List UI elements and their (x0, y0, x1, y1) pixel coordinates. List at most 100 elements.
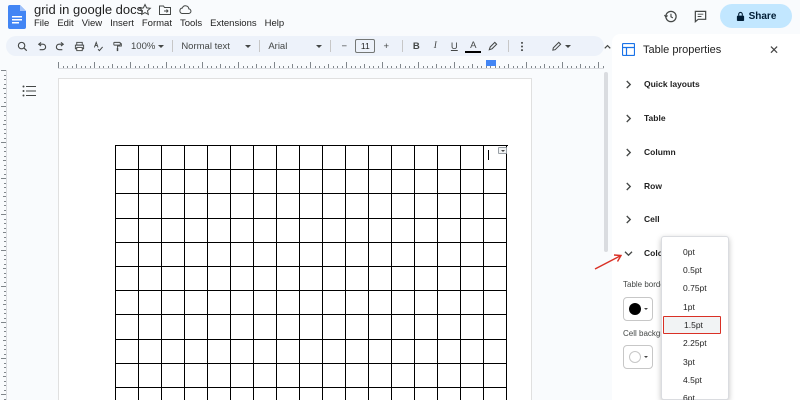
table-cell[interactable] (277, 194, 300, 219)
table-cell[interactable] (116, 315, 139, 340)
menu-view[interactable]: View (82, 18, 107, 29)
table-cell[interactable] (415, 267, 438, 292)
table-cell[interactable] (415, 291, 438, 316)
table-cell[interactable] (277, 218, 300, 243)
decrease-font-size-button[interactable]: − (336, 38, 352, 54)
table-cell[interactable] (438, 291, 461, 316)
table-cell[interactable] (231, 315, 254, 340)
table-cell[interactable] (461, 242, 484, 267)
text-color-button[interactable]: A (465, 40, 482, 53)
share-button[interactable]: Share (720, 4, 792, 28)
table-cell[interactable] (392, 194, 415, 219)
table-cell[interactable] (231, 388, 254, 400)
table-cell[interactable] (162, 170, 185, 195)
table-cell[interactable] (323, 315, 346, 340)
cloud-saved-icon[interactable] (178, 3, 192, 17)
table-cell[interactable] (346, 170, 369, 195)
table-cell[interactable] (208, 242, 231, 267)
table-cell[interactable] (254, 339, 277, 364)
table-cell[interactable] (231, 291, 254, 316)
italic-button[interactable]: I (427, 38, 443, 54)
table-cell[interactable] (461, 315, 484, 340)
table-cell[interactable] (208, 267, 231, 292)
horizontal-ruler[interactable] (58, 60, 604, 69)
dropdown-option-selected[interactable]: 1.5pt (663, 316, 721, 334)
table-cell[interactable] (392, 388, 415, 400)
table-cell[interactable] (415, 315, 438, 340)
table-cell[interactable] (116, 388, 139, 400)
table-cell[interactable] (438, 363, 461, 388)
table-cell[interactable] (254, 242, 277, 267)
dropdown-option[interactable]: 0.5pt (662, 261, 728, 279)
grid-table[interactable] (115, 145, 508, 400)
table-cell[interactable] (484, 267, 507, 292)
table-cell[interactable] (323, 363, 346, 388)
table-cell[interactable] (484, 194, 507, 219)
table-cell[interactable] (346, 218, 369, 243)
table-cell[interactable] (231, 146, 254, 171)
bold-button[interactable]: B (408, 38, 424, 54)
table-cell[interactable] (346, 242, 369, 267)
table-cell[interactable] (346, 363, 369, 388)
table-cell[interactable] (116, 242, 139, 267)
dropdown-option[interactable]: 0pt (662, 243, 728, 261)
table-cell[interactable] (346, 291, 369, 316)
zoom-select[interactable]: 100% (128, 38, 167, 54)
dropdown-option[interactable]: 3pt (662, 353, 728, 371)
menu-format[interactable]: Format (142, 18, 177, 29)
table-cell[interactable] (300, 194, 323, 219)
table-cell[interactable] (369, 170, 392, 195)
table-cell[interactable] (438, 267, 461, 292)
table-cell[interactable] (139, 339, 162, 364)
table-cell[interactable] (461, 267, 484, 292)
increase-font-size-button[interactable]: + (378, 38, 394, 54)
table-cell[interactable] (415, 339, 438, 364)
spellcheck-icon[interactable] (90, 38, 106, 54)
table-cell[interactable] (323, 388, 346, 400)
table-cell[interactable] (139, 242, 162, 267)
table-cell[interactable] (185, 315, 208, 340)
section-row[interactable]: Row (622, 178, 662, 194)
table-cell[interactable] (369, 363, 392, 388)
table-cell[interactable] (461, 388, 484, 400)
table-cell[interactable] (116, 339, 139, 364)
table-cell[interactable] (415, 146, 438, 171)
search-menus-icon[interactable] (14, 38, 30, 54)
menu-tools[interactable]: Tools (180, 18, 207, 29)
table-cell[interactable] (369, 291, 392, 316)
table-cell[interactable] (139, 267, 162, 292)
table-cell[interactable] (300, 242, 323, 267)
table-cell[interactable] (185, 267, 208, 292)
cell-background-button[interactable] (623, 345, 653, 369)
table-cell[interactable] (484, 339, 507, 364)
dropdown-option[interactable]: 2.25pt (662, 334, 728, 352)
menu-insert[interactable]: Insert (110, 18, 139, 29)
paragraph-style-select[interactable]: Normal text (178, 38, 254, 54)
section-table[interactable]: Table (622, 110, 666, 126)
table-cell[interactable] (231, 339, 254, 364)
dropdown-option[interactable]: 0.75pt (662, 279, 728, 297)
table-cell[interactable] (139, 363, 162, 388)
table-cell[interactable] (323, 242, 346, 267)
section-color[interactable]: Colo (622, 245, 663, 261)
table-cell[interactable] (369, 146, 392, 171)
table-cell[interactable] (254, 291, 277, 316)
menu-edit[interactable]: Edit (57, 18, 78, 29)
table-cell[interactable] (346, 194, 369, 219)
table-cell[interactable] (415, 363, 438, 388)
table-cell[interactable] (415, 242, 438, 267)
table-cell[interactable] (208, 339, 231, 364)
table-cell[interactable] (415, 170, 438, 195)
table-cell[interactable] (392, 242, 415, 267)
dropdown-option[interactable]: 4.5pt (662, 371, 728, 389)
table-cell[interactable] (392, 218, 415, 243)
table-cell[interactable] (392, 315, 415, 340)
version-history-icon[interactable] (660, 6, 680, 26)
table-cell[interactable] (231, 170, 254, 195)
table-cell[interactable] (484, 218, 507, 243)
table-cell[interactable] (277, 170, 300, 195)
table-cell[interactable] (231, 363, 254, 388)
table-cell[interactable] (438, 218, 461, 243)
table-cell[interactable] (277, 291, 300, 316)
table-cell[interactable] (139, 388, 162, 400)
